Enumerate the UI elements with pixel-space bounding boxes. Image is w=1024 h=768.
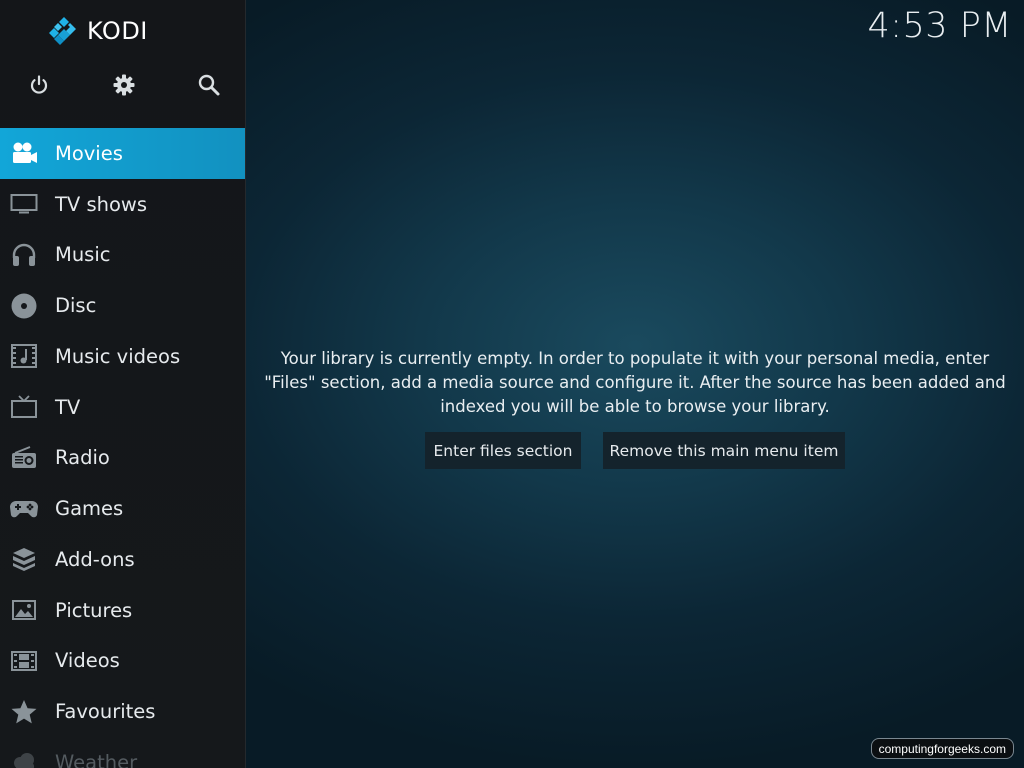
menu-item-label: Movies [55, 141, 123, 165]
menu-item-label: TV shows [55, 192, 148, 216]
menu-item-videos[interactable]: Videos [0, 636, 245, 687]
search-button[interactable] [194, 70, 224, 100]
music-video-icon [8, 340, 40, 372]
menu-item-label: Weather [55, 750, 138, 768]
menu-item-add-ons[interactable]: Add-ons [0, 534, 245, 585]
menu-item-label: Music videos [55, 344, 181, 368]
power-icon [30, 75, 48, 94]
menu-item-tv-shows[interactable]: TV shows [0, 179, 245, 230]
gamepad-icon [8, 493, 40, 525]
menu-item-label: Videos [55, 649, 120, 673]
enter-files-section-button[interactable]: Enter files section [425, 432, 581, 469]
headphones-icon [8, 239, 40, 271]
addons-box-icon [8, 543, 40, 575]
menu-item-games[interactable]: Games [0, 483, 245, 534]
disc-icon [8, 290, 40, 322]
monitor-icon [8, 188, 40, 220]
menu-item-weather[interactable]: Weather [0, 737, 245, 768]
picture-icon [8, 594, 40, 626]
menu-item-disc[interactable]: Disc [0, 280, 245, 331]
sidebar: KODI Movies TV shows Music Disc Music vi… [0, 0, 246, 768]
menu-item-label: Favourites [55, 700, 156, 724]
remove-menu-item-button[interactable]: Remove this main menu item [603, 432, 845, 469]
menu-item-pictures[interactable]: Pictures [0, 585, 245, 636]
weather-cloud-icon [8, 746, 40, 768]
watermark: computingforgeeks.com [870, 738, 1014, 759]
menu-item-label: Disc [55, 294, 97, 318]
gear-icon [113, 74, 135, 96]
menu-item-music-videos[interactable]: Music videos [0, 331, 245, 382]
kodi-logo: KODI [49, 15, 148, 47]
star-icon [8, 696, 40, 728]
menu-item-label: Music [55, 243, 111, 267]
power-button[interactable] [24, 70, 54, 100]
menu-item-label: Games [55, 497, 124, 521]
menu-item-music[interactable]: Music [0, 230, 245, 281]
film-strip-icon [8, 645, 40, 677]
tv-icon [8, 391, 40, 423]
menu-item-tv[interactable]: TV [0, 382, 245, 433]
search-icon [198, 74, 220, 96]
menu-item-label: Pictures [55, 598, 133, 622]
movie-camera-icon [8, 137, 40, 169]
settings-button[interactable] [109, 70, 139, 100]
menu-item-movies[interactable]: Movies [0, 128, 245, 179]
kodi-logo-icon [49, 17, 76, 45]
main-menu: Movies TV shows Music Disc Music videos … [0, 128, 245, 768]
menu-item-label: Add-ons [55, 547, 135, 571]
menu-item-favourites[interactable]: Favourites [0, 686, 245, 737]
empty-library-message: Your library is currently empty. In orde… [264, 349, 1006, 416]
menu-item-label: Radio [55, 446, 110, 470]
kodi-logo-text: KODI [87, 17, 148, 45]
menu-item-radio[interactable]: Radio [0, 433, 245, 484]
top-icon-bar [0, 70, 245, 102]
clock: 4:53 PM [867, 6, 1012, 46]
menu-item-label: TV [55, 395, 81, 419]
radio-icon [8, 442, 40, 474]
